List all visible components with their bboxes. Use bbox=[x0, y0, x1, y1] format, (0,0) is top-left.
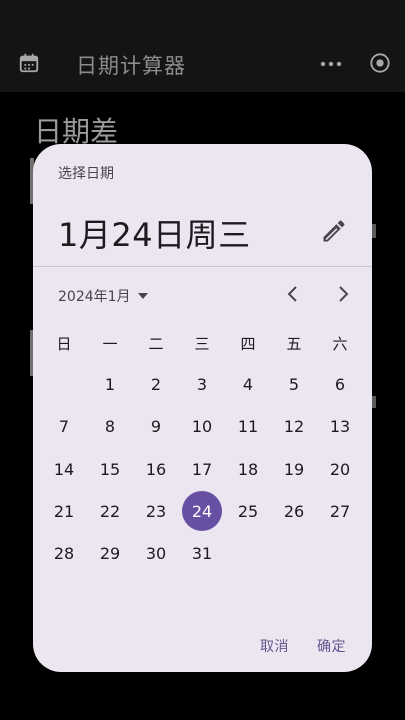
calendar-day[interactable]: 14 bbox=[41, 449, 87, 489]
weekday-label: 五 bbox=[286, 335, 302, 353]
calendar-day-number: 1 bbox=[104, 374, 116, 394]
calendar-day-number: 7 bbox=[58, 416, 70, 436]
calendar-day[interactable]: 26 bbox=[271, 491, 317, 531]
calendar-day[interactable]: 22 bbox=[87, 491, 133, 531]
calendar-day-number: 16 bbox=[145, 459, 167, 479]
calendar-icon[interactable] bbox=[18, 52, 40, 74]
date-picker-dialog: 选择日期 1月24日周三 2024年1月 日 一 二 三 四 五 六 12345… bbox=[33, 144, 372, 672]
calendar-day[interactable]: 6 bbox=[317, 364, 363, 404]
calendar-day-number: 18 bbox=[237, 459, 259, 479]
dialog-actions: 取消 确定 bbox=[260, 636, 346, 656]
calendar-day-number: 8 bbox=[104, 416, 116, 436]
weekday-label: 三 bbox=[194, 335, 210, 353]
dialog-label: 选择日期 bbox=[58, 166, 114, 182]
calendar-day-number: 21 bbox=[53, 501, 75, 521]
calendar-day[interactable]: 13 bbox=[317, 406, 363, 446]
calendar-day[interactable]: 12 bbox=[271, 406, 317, 446]
calendar-day[interactable]: 31 bbox=[179, 533, 225, 573]
calendar-day[interactable]: 3 bbox=[179, 364, 225, 404]
calendar-day[interactable]: 17 bbox=[179, 449, 225, 489]
calendar-day-number: 26 bbox=[283, 501, 305, 521]
weekday-label: 一 bbox=[102, 335, 118, 353]
calendar-day-selected[interactable]: 24 bbox=[179, 491, 225, 531]
calendar-day-number: 5 bbox=[288, 374, 300, 394]
calendar-empty-cell bbox=[271, 533, 317, 573]
calendar-day[interactable]: 15 bbox=[87, 449, 133, 489]
weekday-label: 四 bbox=[240, 335, 256, 353]
calendar-day-number: 29 bbox=[99, 543, 121, 563]
calendar-day[interactable]: 30 bbox=[133, 533, 179, 573]
weekday-label: 日 bbox=[56, 335, 72, 353]
calendar-day[interactable]: 18 bbox=[225, 449, 271, 489]
calendar-day[interactable]: 23 bbox=[133, 491, 179, 531]
calendar-week-row: 28 29 30 31 bbox=[41, 533, 363, 573]
calendar-day[interactable]: 8 bbox=[87, 406, 133, 446]
cancel-button[interactable]: 取消 bbox=[260, 636, 289, 656]
dropdown-arrow-icon bbox=[137, 293, 148, 299]
calendar-empty-cell bbox=[317, 533, 363, 573]
calendar-week-row: 21 22 23 24 25 26 27 bbox=[41, 491, 363, 531]
calendar-day-number: 19 bbox=[283, 459, 305, 479]
calendar-week-row: 1 2 3 4 5 6 bbox=[41, 364, 363, 404]
chevron-right-icon[interactable] bbox=[331, 282, 355, 306]
calendar-day-number: 17 bbox=[191, 459, 213, 479]
selected-date-headline: 1月24日周三 bbox=[58, 216, 251, 254]
calendar-day-number: 25 bbox=[237, 501, 259, 521]
pencil-icon[interactable] bbox=[320, 217, 348, 245]
weekday-label: 二 bbox=[148, 335, 164, 353]
more-horiz-icon[interactable] bbox=[320, 60, 342, 68]
calendar-day-number: 13 bbox=[329, 416, 351, 436]
calendar-day[interactable]: 7 bbox=[41, 406, 87, 446]
app-bar: 日期计算器 bbox=[0, 0, 405, 92]
calendar-day-number: 3 bbox=[196, 374, 208, 394]
calendar-day[interactable]: 25 bbox=[225, 491, 271, 531]
calendar-day-number: 12 bbox=[283, 416, 305, 436]
calendar-day-number: 9 bbox=[150, 416, 162, 436]
calendar-day[interactable]: 2 bbox=[133, 364, 179, 404]
calendar-day[interactable]: 27 bbox=[317, 491, 363, 531]
calendar-empty-cell bbox=[41, 364, 87, 404]
divider bbox=[33, 266, 372, 267]
calendar-day-number: 23 bbox=[145, 501, 167, 521]
calendar-day[interactable]: 4 bbox=[225, 364, 271, 404]
month-year-label: 2024年1月 bbox=[58, 289, 131, 305]
calendar-day-number: 4 bbox=[242, 374, 254, 394]
calendar-day-number: 27 bbox=[329, 501, 351, 521]
calendar-day-number: 31 bbox=[191, 543, 213, 563]
confirm-button[interactable]: 确定 bbox=[317, 636, 346, 656]
calendar-day[interactable]: 28 bbox=[41, 533, 87, 573]
calendar-day[interactable]: 20 bbox=[317, 449, 363, 489]
field-edge bbox=[372, 224, 376, 238]
calendar-day[interactable]: 29 bbox=[87, 533, 133, 573]
calendar-day-number: 14 bbox=[53, 459, 75, 479]
calendar-day-number: 6 bbox=[334, 374, 346, 394]
calendar-day-number: 2 bbox=[150, 374, 162, 394]
calendar-day-number: 15 bbox=[99, 459, 121, 479]
chevron-left-icon[interactable] bbox=[281, 282, 305, 306]
calendar-day-number: 22 bbox=[99, 501, 121, 521]
calendar-week-row: 14 15 16 17 18 19 20 bbox=[41, 449, 363, 489]
field-edge bbox=[372, 396, 376, 408]
calendar-day-number: 10 bbox=[191, 416, 213, 436]
calendar-day[interactable]: 1 bbox=[87, 364, 133, 404]
calendar-empty-cell bbox=[225, 533, 271, 573]
calendar-day-number: 11 bbox=[237, 416, 259, 436]
weekday-label: 六 bbox=[332, 335, 348, 353]
app-title: 日期计算器 bbox=[76, 54, 186, 78]
month-year-selector[interactable]: 2024年1月 bbox=[58, 284, 149, 308]
calendar-day-number: 20 bbox=[329, 459, 351, 479]
weekday-header: 日 一 二 三 四 五 六 bbox=[41, 332, 363, 356]
calendar-day[interactable]: 21 bbox=[41, 491, 87, 531]
calendar-day-number: 30 bbox=[145, 543, 167, 563]
calendar-day[interactable]: 11 bbox=[225, 406, 271, 446]
calendar-day[interactable]: 19 bbox=[271, 449, 317, 489]
calendar-day-number: 24 bbox=[182, 491, 222, 531]
calendar-day-number: 28 bbox=[53, 543, 75, 563]
calendar-day[interactable]: 16 bbox=[133, 449, 179, 489]
calendar-day[interactable]: 5 bbox=[271, 364, 317, 404]
radio-target-icon[interactable] bbox=[369, 52, 391, 74]
calendar-day[interactable]: 10 bbox=[179, 406, 225, 446]
calendar-day[interactable]: 9 bbox=[133, 406, 179, 446]
calendar-week-row: 7 8 9 10 11 12 13 bbox=[41, 406, 363, 446]
